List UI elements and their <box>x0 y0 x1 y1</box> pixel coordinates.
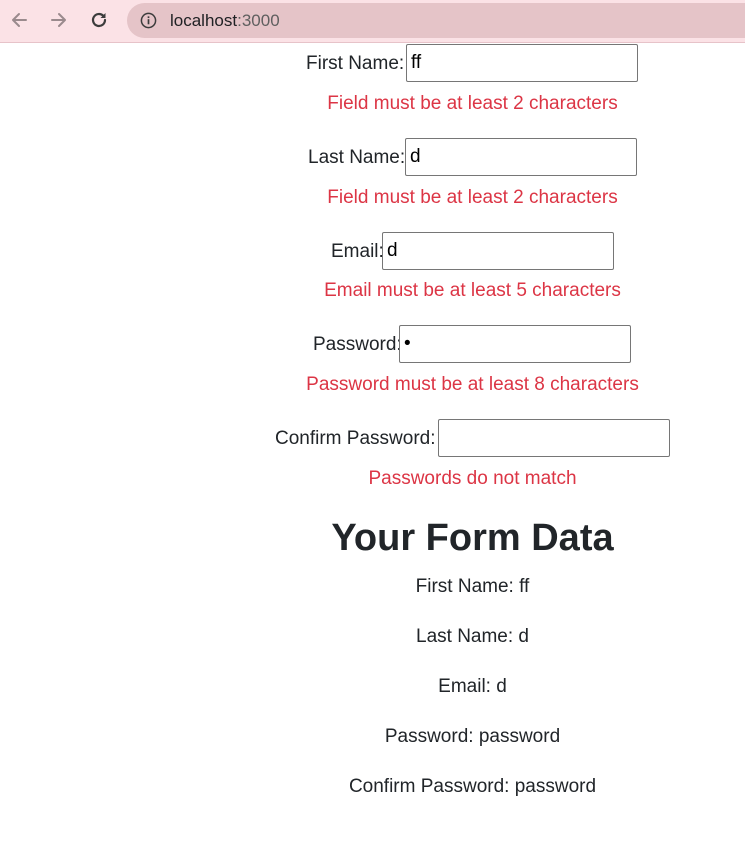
summary-confirm-password: Confirm Password: password <box>348 776 597 797</box>
last-name-input[interactable] <box>405 138 637 176</box>
password-row: Password: <box>0 325 745 365</box>
address-bar[interactable]: localhost:3000 <box>127 3 745 38</box>
arrow-left-icon <box>12 13 27 27</box>
last-name-label: Last Name: <box>308 147 406 168</box>
confirm-password-input[interactable] <box>438 419 670 457</box>
info-icon[interactable] <box>140 12 157 29</box>
browser-toolbar: localhost:3000 <box>0 0 745 43</box>
summary-heading: Your Form Data <box>331 517 614 559</box>
password-error: Password must be at least 8 characters <box>306 374 639 395</box>
summary-last-name: Last Name: d <box>416 626 529 647</box>
email-error: Email must be at least 5 characters <box>324 280 621 301</box>
summary-first-name: First Name: ff <box>415 576 530 597</box>
password-input[interactable] <box>399 325 631 363</box>
confirm-password-label: Confirm Password: <box>275 428 436 449</box>
email-input[interactable] <box>382 232 614 270</box>
url-host: localhost <box>170 11 238 30</box>
reload-button[interactable] <box>87 8 111 32</box>
summary-email: Email: d <box>438 676 507 697</box>
first-name-error: Field must be at least 2 characters <box>327 93 618 114</box>
back-button[interactable] <box>7 8 31 32</box>
summary-password: Password: password <box>384 726 561 747</box>
url-text: localhost:3000 <box>170 10 280 31</box>
confirm-password-error: Passwords do not match <box>368 468 577 489</box>
first-name-input[interactable] <box>406 44 638 82</box>
last-name-row: Last Name: <box>0 138 745 178</box>
confirm-password-row: Confirm Password: <box>0 419 745 459</box>
first-name-label: First Name: <box>306 53 405 74</box>
reload-icon <box>91 12 107 28</box>
last-name-error: Field must be at least 2 characters <box>327 187 618 208</box>
password-label: Password: <box>313 334 402 355</box>
email-row: Email: <box>0 232 745 272</box>
arrow-right-icon <box>51 13 66 27</box>
forward-button[interactable] <box>47 8 71 32</box>
email-label: Email: <box>331 241 384 262</box>
url-port: :3000 <box>237 11 280 30</box>
first-name-row: First Name: <box>0 44 745 84</box>
